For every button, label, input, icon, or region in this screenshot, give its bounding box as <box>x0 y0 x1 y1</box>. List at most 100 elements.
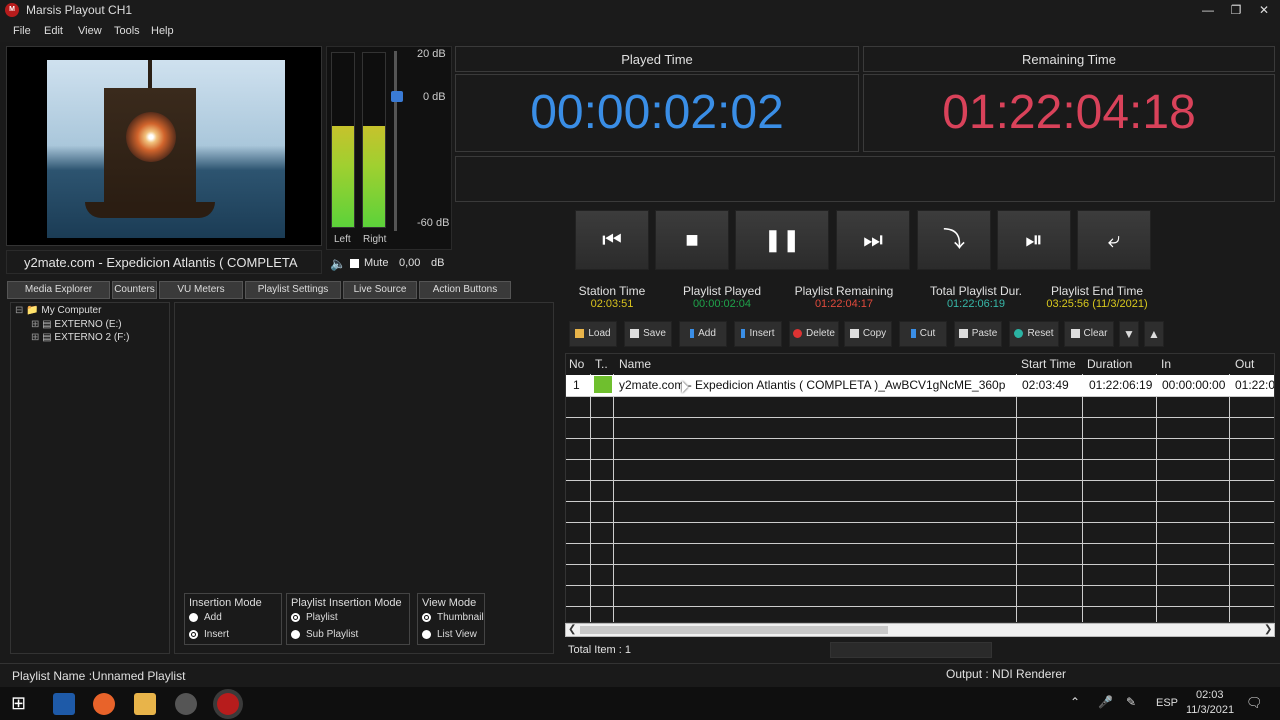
grid-row-line <box>566 585 1274 586</box>
load-label: Load <box>588 328 611 339</box>
vu-left-level <box>332 126 354 227</box>
microphone-icon[interactable]: 🎤 <box>1098 695 1113 709</box>
app-icon[interactable] <box>53 693 75 715</box>
tab-counters[interactable]: Counters <box>112 281 157 299</box>
col-no[interactable]: No <box>566 354 590 374</box>
radio-playlist[interactable]: Playlist <box>291 612 338 623</box>
remaining-time-panel: 01:22:04:18 <box>863 74 1275 152</box>
remaining-time-label: Remaining Time <box>1022 52 1116 67</box>
load-button[interactable]: Load <box>569 321 617 347</box>
playlist-remaining-label: Playlist Remaining <box>794 284 894 298</box>
vu-left-bar <box>331 52 355 228</box>
left-tabs: Media Explorer Counters VU Meters Playli… <box>6 281 554 299</box>
save-button[interactable]: Save <box>624 321 672 347</box>
cut-button[interactable]: Cut <box>899 321 947 347</box>
copy-button[interactable]: Copy <box>844 321 892 347</box>
tab-action-buttons[interactable]: Action Buttons <box>419 281 511 299</box>
menu-view[interactable]: View <box>78 25 102 37</box>
paste-label: Paste <box>971 328 998 339</box>
menu-tools[interactable]: Tools <box>114 25 140 37</box>
remaining-time-value: 01:22:04:18 <box>942 86 1196 139</box>
radio-sub-playlist[interactable]: Sub Playlist <box>291 629 358 640</box>
col-type[interactable]: T.. <box>592 354 614 374</box>
obs-icon[interactable] <box>175 693 197 715</box>
reset-icon <box>1014 328 1024 338</box>
add-button[interactable]: Add <box>679 321 727 347</box>
radio-thumbnail[interactable]: Thumbnail <box>422 612 484 623</box>
played-time-label: Played Time <box>621 52 693 67</box>
clock-date[interactable]: 11/3/2021 <box>1186 704 1234 716</box>
delete-button[interactable]: Delete <box>789 321 839 347</box>
col-in[interactable]: In <box>1158 354 1228 374</box>
expand-icon: ⊞ <box>31 319 40 330</box>
scroll-right-icon[interactable]: ❯ <box>1264 624 1272 635</box>
firefox-icon[interactable] <box>93 693 115 715</box>
status-bar: Playlist Name :Unnamed Playlist Output :… <box>0 663 1280 685</box>
pen-icon[interactable]: ✎ <box>1126 695 1136 709</box>
return-button[interactable]: ⤶ <box>1077 210 1151 270</box>
jump-button[interactable]: ⤵ <box>917 210 991 270</box>
notifications-icon[interactable]: 🗨 <box>1246 695 1263 711</box>
menu-edit[interactable]: Edit <box>44 25 63 37</box>
radio-insert-dot <box>189 629 198 639</box>
file-tree: ⊟ 📁 My Computer ⊞ ▤ EXTERNO (E:) ⊞ ▤ EXT… <box>10 302 170 654</box>
played-time-header: Played Time <box>455 46 859 72</box>
first-button[interactable]: ⏮ <box>575 210 649 270</box>
radio-list-view[interactable]: List View <box>422 629 477 640</box>
paste-button[interactable]: Paste <box>954 321 1002 347</box>
volume-slider-thumb[interactable] <box>391 91 403 102</box>
restore-icon[interactable]: ❐ <box>1222 0 1250 20</box>
horizontal-scrollbar[interactable]: ❮ ❯ <box>565 623 1275 637</box>
grid-row-line <box>566 543 1274 544</box>
stop-button[interactable]: ■ <box>655 210 729 270</box>
tab-live-source[interactable]: Live Source <box>343 281 417 299</box>
vu-meter: 20 dB 0 dB -60 dB Left Right <box>326 46 452 250</box>
tab-vu-meters[interactable]: VU Meters <box>159 281 243 299</box>
speaker-icon[interactable]: 🔈 <box>330 256 346 272</box>
minimize-icon[interactable]: — <box>1194 0 1222 20</box>
table-row[interactable]: 1 y2mate.com - Expedicion Atlantis ( COM… <box>566 375 1274 396</box>
tree-drive-e[interactable]: ⊞ ▤ EXTERNO (E:) <box>31 319 122 330</box>
next-icon: ⏭ <box>863 227 883 252</box>
pause-button[interactable]: ❚❚ <box>735 210 829 270</box>
scroll-left-icon[interactable]: ❮ <box>568 624 576 635</box>
radio-sub-playlist-dot <box>291 629 300 639</box>
file-explorer-icon[interactable] <box>134 693 156 715</box>
chevron-up-icon[interactable]: ⌃ <box>1070 695 1080 709</box>
play-next-button[interactable]: ⏯ <box>997 210 1071 270</box>
playlist-end-label: Playlist End Time <box>1050 284 1144 298</box>
reset-button[interactable]: Reset <box>1009 321 1059 347</box>
tab-playlist-settings[interactable]: Playlist Settings <box>245 281 341 299</box>
radio-insert[interactable]: Insert <box>189 629 229 640</box>
scroll-thumb[interactable] <box>580 626 888 634</box>
next-button[interactable]: ⏭ <box>836 210 910 270</box>
play-type-icon <box>594 376 612 393</box>
insert-button[interactable]: Insert <box>734 321 782 347</box>
menu-help[interactable]: Help <box>151 25 174 37</box>
clock-time[interactable]: 02:03 <box>1196 689 1224 701</box>
move-up-button[interactable]: ▲ <box>1144 321 1164 347</box>
move-down-button[interactable]: ▼ <box>1119 321 1139 347</box>
menu-file[interactable]: File <box>13 25 31 37</box>
preview-title: y2mate.com - Expedicion Atlantis ( COMPL… <box>6 250 322 274</box>
col-out[interactable]: Out <box>1232 354 1274 374</box>
col-name[interactable]: Name <box>616 354 1016 374</box>
tree-root[interactable]: ⊟ 📁 My Computer <box>15 305 101 316</box>
volume-track[interactable] <box>394 51 397 231</box>
marsis-taskbar-icon[interactable] <box>217 693 239 715</box>
clear-button[interactable]: Clear <box>1064 321 1114 347</box>
close-icon[interactable]: ✕ <box>1250 0 1278 20</box>
mute-checkbox[interactable] <box>350 259 359 268</box>
language-indicator[interactable]: ESP <box>1156 697 1178 709</box>
radio-insert-label: Insert <box>204 629 230 640</box>
jump-icon: ⤵ <box>942 227 965 252</box>
playlist-played-value: 00:00:02:04 <box>692 298 752 310</box>
radio-add[interactable]: Add <box>189 612 222 623</box>
col-start-time[interactable]: Start Time <box>1018 354 1082 374</box>
row-out: 01:22:0 <box>1235 378 1275 392</box>
row-duration: 01:22:06:19 <box>1089 378 1153 392</box>
tree-drive-f[interactable]: ⊞ ▤ EXTERNO 2 (F:) <box>31 332 129 343</box>
windows-start-icon[interactable]: ⊞ <box>11 693 26 714</box>
tab-media-explorer[interactable]: Media Explorer <box>7 281 110 299</box>
col-duration[interactable]: Duration <box>1084 354 1156 374</box>
